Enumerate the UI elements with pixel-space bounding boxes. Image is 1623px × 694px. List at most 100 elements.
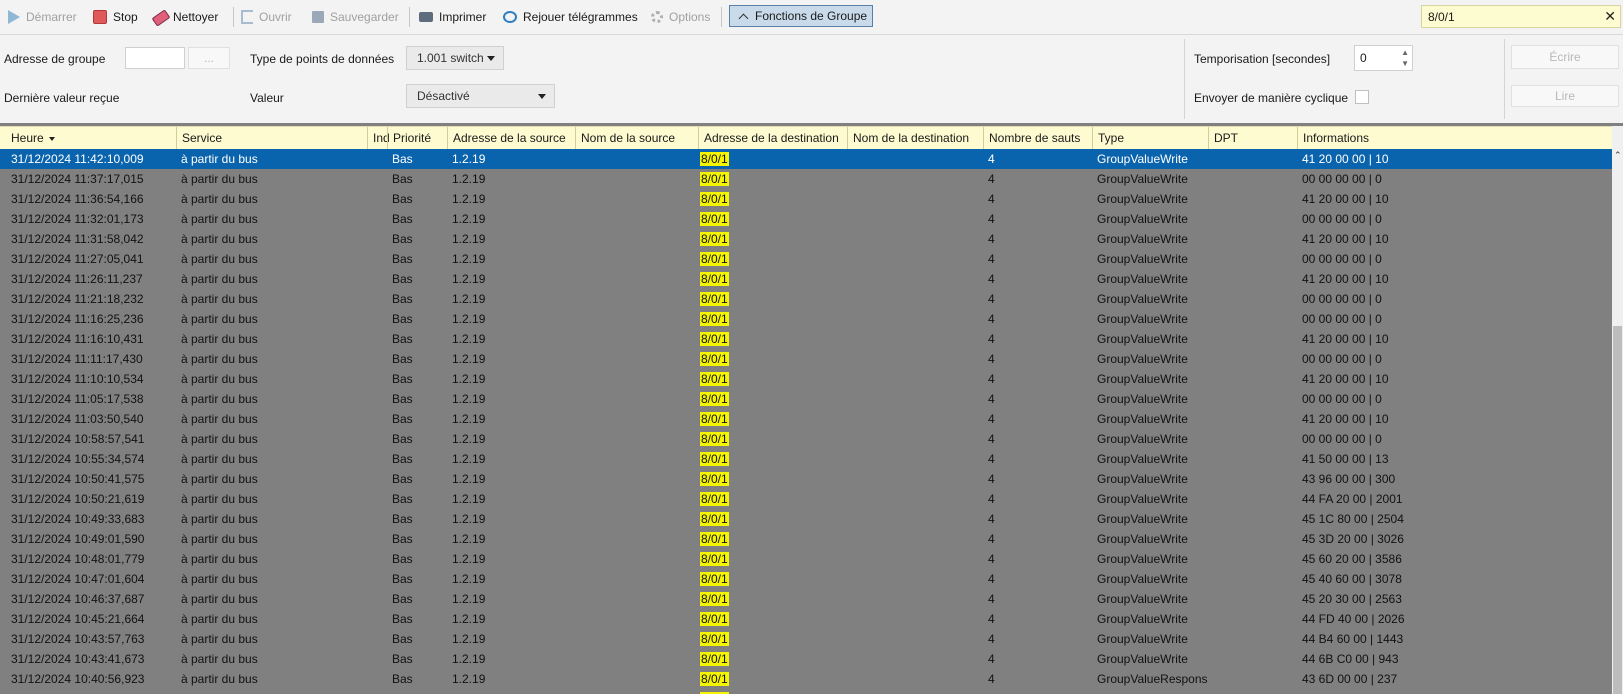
table-row[interactable]: 8/0/1: [0, 689, 1612, 694]
filter-match-highlight: 8/0/1: [700, 312, 729, 326]
group-address-input[interactable]: [125, 47, 185, 69]
delay-input[interactable]: 0 ▲ ▼: [1354, 45, 1413, 71]
group-functions-toggle[interactable]: Fonctions de Groupe: [729, 5, 873, 27]
source-address-cell: 1.2.19: [452, 412, 486, 426]
hop-count-cell: 4: [988, 272, 995, 286]
ind-cell: [367, 609, 389, 629]
table-row[interactable]: 31/12/2024 11:11:17,430 à partir du bus Ba…: [0, 349, 1612, 369]
table-row[interactable]: 31/12/2024 10:40:56,923 à partir du bus Ba…: [0, 669, 1612, 689]
column-header-info[interactable]: Informations: [1297, 127, 1612, 149]
ind-cell: [367, 169, 389, 189]
close-icon[interactable]: ✕: [1604, 8, 1616, 25]
table-row[interactable]: 31/12/2024 11:27:05,041 à partir du bus Ba…: [0, 249, 1612, 269]
table-row[interactable]: 31/12/2024 11:37:17,015 à partir du bus Ba…: [0, 169, 1612, 189]
column-header-destination-name[interactable]: Nom de la destination: [847, 127, 983, 149]
destination-name-cell: [847, 169, 983, 189]
time-cell: [6, 689, 176, 694]
table-row[interactable]: 31/12/2024 11:36:54,166 à partir du bus Ba…: [0, 189, 1612, 209]
dpt-select[interactable]: 1.001 switch: [406, 46, 504, 70]
destination-address-cell: 8/0/1: [698, 269, 847, 289]
table-row[interactable]: 31/12/2024 11:21:18,232 à partir du bus Ba…: [0, 289, 1612, 309]
vertical-scrollbar[interactable]: ⌃: [1612, 126, 1623, 694]
ind-cell: [367, 489, 389, 509]
start-button[interactable]: Démarrer: [8, 0, 77, 34]
destination-name-cell: [847, 369, 983, 389]
priority-cell: Bas: [392, 252, 413, 266]
column-header-destination-address[interactable]: Adresse de la destination: [698, 127, 847, 149]
dpt-cell: [1208, 269, 1297, 289]
table-row[interactable]: 31/12/2024 11:05:17,538 à partir du bus Ba…: [0, 389, 1612, 409]
service-cell: à partir du bus: [181, 312, 258, 326]
table-row[interactable]: 31/12/2024 10:47:01,604 à partir du bus Ba…: [0, 569, 1612, 589]
destination-address-cell: 8/0/1: [698, 349, 847, 369]
destination-name-cell: [847, 649, 983, 669]
open-icon: [241, 10, 253, 24]
column-header-priority[interactable]: Priorité: [387, 127, 447, 149]
write-button[interactable]: Écrire: [1511, 45, 1619, 69]
column-header-source-address[interactable]: Adresse de la source: [447, 127, 575, 149]
source-name-cell: [575, 609, 698, 629]
cyclic-checkbox[interactable]: [1355, 90, 1369, 104]
table-row[interactable]: 31/12/2024 10:48:01,779 à partir du bus Ba…: [0, 549, 1612, 569]
column-header-ind[interactable]: Ind: [367, 127, 389, 149]
filter-match-highlight: 8/0/1: [700, 372, 729, 386]
table-row[interactable]: 31/12/2024 10:50:21,619 à partir du bus Ba…: [0, 489, 1612, 509]
dpt-cell: [1208, 249, 1297, 269]
value-select[interactable]: Désactivé: [406, 84, 555, 108]
table-row[interactable]: 31/12/2024 10:50:41,575 à partir du bus Ba…: [0, 469, 1612, 489]
destination-address-cell: 8/0/1: [698, 309, 847, 329]
column-header-source-name[interactable]: Nom de la source: [575, 127, 698, 149]
column-header-time[interactable]: Heure: [6, 127, 176, 149]
table-row[interactable]: 31/12/2024 11:32:01,173 à partir du bus Ba…: [0, 209, 1612, 229]
replay-icon: [503, 11, 517, 23]
destination-address-cell: 8/0/1: [698, 609, 847, 629]
table-row[interactable]: 31/12/2024 11:10:10,534 à partir du bus Ba…: [0, 369, 1612, 389]
replay-telegrams-button[interactable]: Rejouer télégrammes: [503, 0, 638, 34]
table-row[interactable]: 31/12/2024 10:43:57,763 à partir du bus Ba…: [0, 629, 1612, 649]
destination-name-cell: [847, 249, 983, 269]
source-address-cell: 1.2.19: [452, 432, 486, 446]
info-cell: 41 20 00 00 | 10: [1302, 412, 1389, 426]
spin-up-icon[interactable]: ▲: [1401, 48, 1409, 58]
destination-name-cell: [847, 569, 983, 589]
scrollbar-thumb[interactable]: [1613, 326, 1622, 694]
priority-cell: Bas: [392, 652, 413, 666]
table-row[interactable]: 31/12/2024 11:26:11,237 à partir du bus Ba…: [0, 269, 1612, 289]
print-button[interactable]: Imprimer: [419, 0, 486, 34]
table-row[interactable]: 31/12/2024 10:46:37,687 à partir du bus Ba…: [0, 589, 1612, 609]
table-row[interactable]: 31/12/2024 10:55:34,574 à partir du bus Ba…: [0, 449, 1612, 469]
filter-match-highlight: 8/0/1: [700, 592, 729, 606]
type-cell: GroupValueWrite: [1097, 592, 1188, 606]
info-cell: 41 20 00 00 | 10: [1302, 192, 1389, 206]
table-row[interactable]: 31/12/2024 10:58:57,541 à partir du bus Ba…: [0, 429, 1612, 449]
table-row[interactable]: 31/12/2024 10:43:41,673 à partir du bus Ba…: [0, 649, 1612, 669]
source-address-cell: 1.2.19: [452, 452, 486, 466]
filter-match-highlight: 8/0/1: [700, 292, 729, 306]
table-row[interactable]: 31/12/2024 11:42:10,009 à partir du bus Ba…: [0, 149, 1612, 169]
column-header-service[interactable]: Service: [176, 127, 370, 149]
table-row[interactable]: 31/12/2024 10:45:21,664 à partir du bus Ba…: [0, 609, 1612, 629]
column-header-dpt[interactable]: DPT: [1208, 127, 1297, 149]
dpt-cell: [1208, 509, 1297, 529]
clear-button[interactable]: Nettoyer: [151, 0, 218, 34]
type-cell: GroupValueWrite: [1097, 312, 1188, 326]
browse-button[interactable]: ...: [188, 47, 230, 69]
source-address-cell: 1.2.19: [452, 312, 486, 326]
table-row[interactable]: 31/12/2024 10:49:01,590 à partir du bus Ba…: [0, 529, 1612, 549]
read-button[interactable]: Lire: [1511, 85, 1619, 107]
options-button[interactable]: Options: [651, 0, 710, 34]
table-row[interactable]: 31/12/2024 11:16:10,431 à partir du bus Ba…: [0, 329, 1612, 349]
filter-input[interactable]: 8/0/1 ✕: [1421, 5, 1621, 28]
open-button[interactable]: Ouvrir: [241, 0, 292, 34]
scroll-up-icon[interactable]: ⌃: [1614, 151, 1622, 160]
ind-cell: [367, 629, 389, 649]
save-button[interactable]: Sauvegarder: [312, 0, 399, 34]
table-row[interactable]: 31/12/2024 11:16:25,236 à partir du bus Ba…: [0, 309, 1612, 329]
stop-button[interactable]: Stop: [93, 0, 138, 34]
table-row[interactable]: 31/12/2024 11:31:58,042 à partir du bus Ba…: [0, 229, 1612, 249]
spin-down-icon[interactable]: ▼: [1401, 59, 1409, 69]
column-header-hop-count[interactable]: Nombre de sauts: [983, 127, 1092, 149]
table-row[interactable]: 31/12/2024 11:03:50,540 à partir du bus Ba…: [0, 409, 1612, 429]
table-row[interactable]: 31/12/2024 10:49:33,683 à partir du bus Ba…: [0, 509, 1612, 529]
column-header-type[interactable]: Type: [1092, 127, 1208, 149]
